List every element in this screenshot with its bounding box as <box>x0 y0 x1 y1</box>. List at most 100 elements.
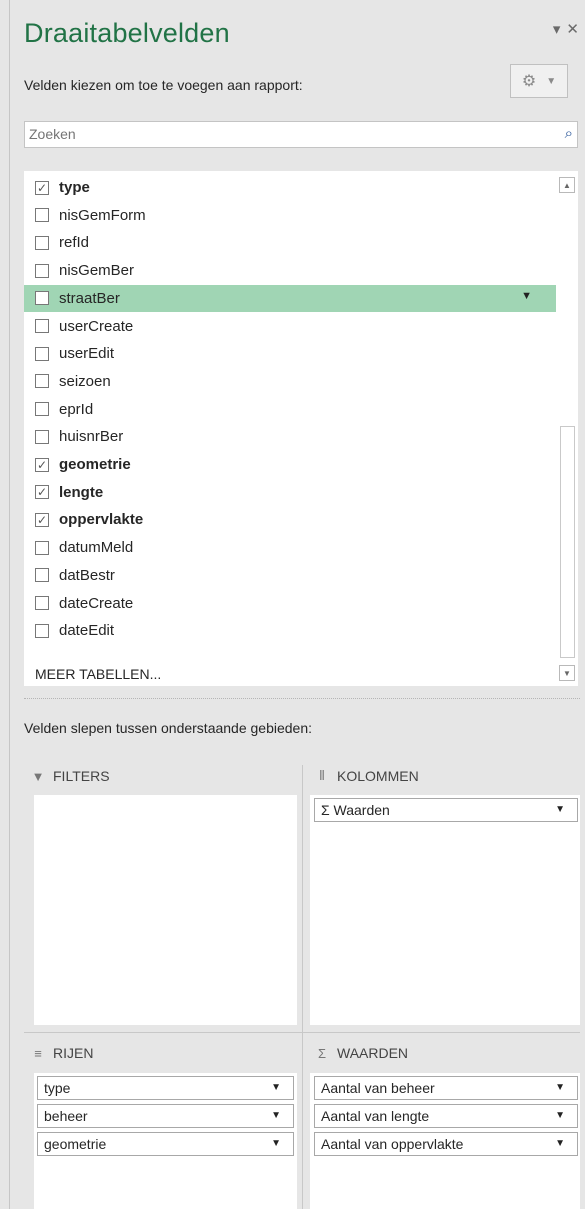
rows-item[interactable]: beheer ▼ <box>37 1104 294 1128</box>
columns-icon: ⦀ <box>319 768 325 783</box>
pane-options-chevron-icon[interactable]: ▾ <box>553 20 561 38</box>
field-list-scrollbar[interactable]: ▲ ▼ <box>557 171 578 686</box>
values-area-label: WAARDEN <box>337 1045 409 1061</box>
field-label: userEdit <box>59 345 115 363</box>
chevron-down-icon[interactable]: ▼ <box>555 1110 565 1121</box>
values-item-label: Aantal van lengte <box>321 1108 430 1124</box>
field-checkbox[interactable] <box>35 402 49 417</box>
chevron-down-icon[interactable]: ▼ <box>555 1138 565 1149</box>
rows-item-label: beheer <box>44 1108 88 1124</box>
chevron-down-icon[interactable]: ▼ <box>271 1138 281 1149</box>
field-item[interactable]: datumMeld <box>24 534 556 561</box>
field-item[interactable]: datBestr <box>24 562 556 589</box>
values-item[interactable]: Aantal van lengte ▼ <box>314 1104 578 1128</box>
field-label: dateEdit <box>59 622 115 640</box>
field-checkbox[interactable] <box>35 374 49 389</box>
field-checkbox[interactable] <box>35 208 49 223</box>
rows-item-label: geometrie <box>44 1136 107 1152</box>
pane-title: Draaitabelvelden <box>24 18 230 48</box>
filters-area-header: ▼ FILTERS <box>31 768 110 784</box>
field-label: oppervlakte <box>59 511 144 529</box>
filters-drop-area[interactable] <box>34 795 297 1025</box>
scroll-thumb[interactable] <box>560 426 575 658</box>
columns-drop-area[interactable] <box>310 795 580 1025</box>
funnel-icon: ▼ <box>31 768 45 784</box>
columns-item-label: Σ Waarden <box>321 802 390 818</box>
scroll-up-arrow-icon[interactable]: ▲ <box>559 177 575 193</box>
field-checkbox[interactable] <box>35 291 49 306</box>
field-list: ✓ type nisGemForm refId nisGemBer straatBer ▼ u… <box>24 171 578 686</box>
scroll-down-arrow-icon[interactable]: ▼ <box>559 665 575 681</box>
section-divider <box>24 698 580 699</box>
gear-icon: ⚙ <box>521 73 537 90</box>
columns-area-label: KOLOMMEN <box>337 768 419 784</box>
field-label: straatBer <box>59 289 120 307</box>
field-label: dateCreate <box>59 594 134 612</box>
field-item[interactable]: huisnrBer <box>24 423 556 450</box>
filters-area-label: FILTERS <box>53 768 110 784</box>
field-label: seizoen <box>59 372 111 390</box>
search-input[interactable] <box>25 122 529 146</box>
field-label: nisGemForm <box>59 206 146 224</box>
search-icon[interactable]: ⌕ <box>565 125 573 142</box>
pane-header-controls: ▾ ✕ <box>553 20 579 38</box>
field-item[interactable]: userCreate <box>24 313 556 340</box>
field-checkbox[interactable] <box>35 263 49 278</box>
field-item[interactable]: refId <box>24 229 556 256</box>
field-dropdown-icon[interactable]: ▼ <box>521 290 532 302</box>
field-checkbox[interactable] <box>35 623 49 638</box>
field-item[interactable]: ✓ type <box>24 174 556 201</box>
values-item-label: Aantal van beheer <box>321 1080 435 1096</box>
field-checkbox[interactable] <box>35 596 49 610</box>
rows-item[interactable]: type ▼ <box>37 1076 294 1100</box>
field-item[interactable]: dateCreate <box>24 590 556 617</box>
field-checkbox[interactable] <box>35 235 49 250</box>
field-checkbox[interactable]: ✓ <box>35 457 49 472</box>
search-box[interactable]: ⌕ <box>24 121 578 148</box>
field-item[interactable]: dateEdit <box>24 617 556 644</box>
rows-area-header: ≡ RIJEN <box>31 1045 93 1061</box>
field-checkbox[interactable]: ✓ <box>35 180 49 195</box>
field-label: refId <box>59 234 90 252</box>
columns-item[interactable]: Σ Waarden ▼ <box>314 798 578 822</box>
drag-fields-label: Velden slepen tussen onderstaande gebied… <box>24 720 313 736</box>
field-checkbox[interactable]: ✓ <box>35 512 49 527</box>
field-checkbox[interactable] <box>35 319 49 333</box>
field-checkbox[interactable] <box>35 346 49 361</box>
field-item[interactable]: ✓ lengte <box>24 479 556 506</box>
field-label: datumMeld <box>59 539 134 557</box>
chevron-down-icon[interactable]: ▼ <box>271 1082 281 1093</box>
chevron-down-icon: ▼ <box>546 75 557 87</box>
values-item[interactable]: Aantal van oppervlakte ▼ <box>314 1132 578 1156</box>
field-item[interactable]: nisGemForm <box>24 202 556 229</box>
chevron-down-icon[interactable]: ▼ <box>555 804 565 815</box>
values-item[interactable]: Aantal van beheer ▼ <box>314 1076 578 1100</box>
field-label: datBestr <box>59 566 115 584</box>
field-label: geometrie <box>59 456 131 473</box>
field-item[interactable]: nisGemBer <box>24 257 556 284</box>
rows-item[interactable]: geometrie ▼ <box>37 1132 294 1156</box>
field-item[interactable]: ✓ geometrie <box>24 451 556 478</box>
field-item[interactable]: straatBer ▼ <box>24 284 556 312</box>
field-checkbox[interactable] <box>35 568 49 583</box>
chevron-down-icon[interactable]: ▼ <box>555 1082 565 1093</box>
field-item[interactable]: userEdit <box>24 340 556 367</box>
values-area-header: Σ WAARDEN <box>315 1045 408 1061</box>
field-label: type <box>59 179 90 196</box>
more-tables-link[interactable]: MEER TABELLEN... <box>35 666 161 682</box>
area-vertical-separator <box>302 765 303 1209</box>
field-checkbox[interactable] <box>35 429 49 444</box>
values-item-label: Aantal van oppervlakte <box>321 1136 464 1152</box>
field-item[interactable]: eprId <box>24 396 556 423</box>
field-item[interactable]: ✓ oppervlakte <box>24 506 556 533</box>
field-checkbox[interactable] <box>35 540 49 555</box>
field-label: nisGemBer <box>59 262 135 280</box>
field-item[interactable]: seizoen <box>24 368 556 395</box>
area-horizontal-separator <box>24 1032 580 1033</box>
field-checkbox[interactable]: ✓ <box>35 485 49 500</box>
chevron-down-icon[interactable]: ▼ <box>271 1110 281 1121</box>
close-icon[interactable]: ✕ <box>566 20 579 38</box>
sigma-icon: Σ <box>317 1045 327 1061</box>
tools-button[interactable]: ⚙ ▼ <box>510 64 568 98</box>
field-label: lengte <box>59 483 104 501</box>
